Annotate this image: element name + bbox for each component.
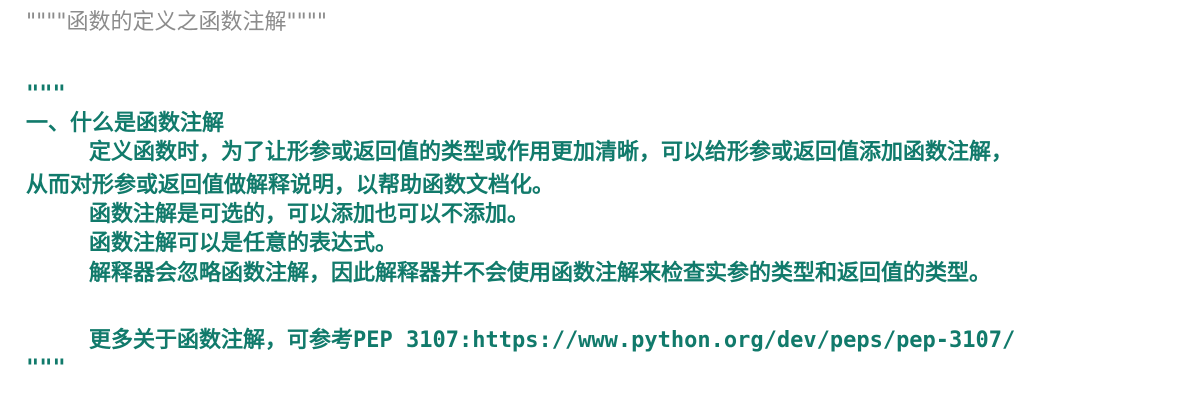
docstring-paragraph-2: 函数注解是可选的，可以添加也可以不添加。 [89, 202, 530, 227]
docstring-reference-line: 更多关于函数注解，可参考PEP 3107:https://www.python.… [89, 325, 1015, 357]
docstring-paragraph-4: 解释器会忽略函数注解，因此解释器并不会使用函数注解来检查实参的类型和返回值的类型… [89, 261, 992, 286]
docstring-paragraph-1-line-1: 定义函数时，为了让形参或返回值的类型或作用更加清晰，可以给形参或返回值添加函数注… [89, 140, 1014, 165]
code-editor[interactable]: """"函数的定义之函数注解"""" """ 一、什么是函数注解 定义函数时，为… [0, 0, 1195, 406]
docstring-heading: 一、什么是函数注解 [26, 111, 225, 136]
docstring-paragraph-1-line-2: 从而对形参或返回值做解释说明，以帮助函数文档化。 [26, 173, 555, 198]
reference-prefix: 更多关于函数注解，可参考 [89, 328, 354, 353]
docstring-paragraph-3: 函数注解可以是任意的表达式。 [89, 231, 398, 256]
docstring-open-quotes: """ [26, 82, 66, 107]
reference-url: PEP 3107:https://www.python.org/dev/peps… [353, 328, 1016, 353]
docstring-close-quotes: """ [26, 356, 66, 381]
comment-title-line: """"函数的定义之函数注解"""" [26, 10, 327, 35]
